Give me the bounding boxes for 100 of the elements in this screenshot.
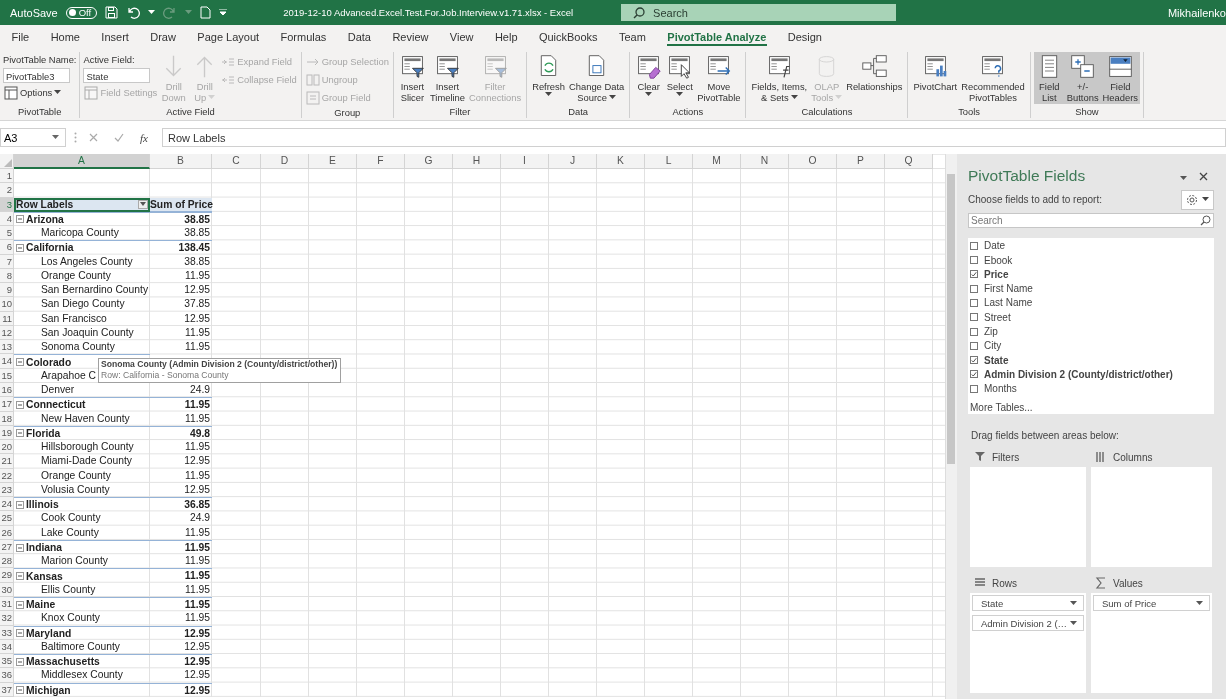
row-header[interactable]: 9 (0, 283, 14, 298)
checkbox[interactable] (970, 341, 978, 350)
row-header[interactable]: 17 (0, 397, 14, 412)
row-header[interactable]: 2 (0, 183, 14, 198)
row-header[interactable]: 1 (0, 169, 14, 184)
ribbon-button[interactable]: Select (664, 52, 696, 98)
column-header[interactable]: I (501, 154, 549, 169)
column-header[interactable]: O (789, 154, 837, 169)
collapse-button[interactable] (16, 429, 24, 438)
field-name[interactable]: Months (984, 383, 1017, 395)
column-header[interactable]: N (741, 154, 789, 169)
caret-icon[interactable] (1070, 620, 1077, 626)
settings-button[interactable] (1181, 189, 1214, 210)
field-name[interactable]: State (984, 354, 1009, 366)
checkbox[interactable] (970, 241, 978, 250)
collapse-button[interactable] (16, 358, 24, 367)
user-name[interactable]: Mikhailenko (1167, 6, 1226, 19)
caret-icon[interactable] (148, 10, 156, 15)
checkbox[interactable] (970, 356, 978, 365)
field-name[interactable]: Street (984, 311, 1011, 323)
checkbox[interactable] (970, 384, 978, 393)
text-field[interactable]: PivotTable3 (3, 68, 70, 83)
caret-icon[interactable] (645, 92, 653, 97)
checkbox[interactable] (970, 313, 978, 322)
customize-icon[interactable] (219, 9, 228, 16)
column-header[interactable]: B (150, 154, 212, 169)
checkbox[interactable] (970, 327, 978, 336)
field-name[interactable]: City (984, 340, 1002, 352)
save-icon[interactable] (105, 6, 119, 19)
field-name[interactable]: Ebook (984, 254, 1013, 266)
area-field-item[interactable]: Admin Division 2 (… (972, 615, 1084, 631)
row-header[interactable]: 13 (0, 340, 14, 355)
row-header[interactable]: 6 (0, 240, 14, 255)
row-header[interactable]: 5 (0, 226, 14, 241)
ribbon-tab[interactable]: Page Layout (187, 25, 269, 48)
ribbon-tab[interactable]: Home (41, 25, 90, 48)
checkbox[interactable] (970, 256, 978, 265)
ribbon-tab[interactable]: QuickBooks (529, 25, 608, 48)
ribbon-tab[interactable]: Review (382, 25, 438, 48)
caret-icon[interactable] (1202, 197, 1209, 203)
collapse-button[interactable] (16, 572, 24, 581)
column-header[interactable]: F (357, 154, 405, 169)
formula-field[interactable]: Row Labels (161, 128, 1226, 147)
collapse-button[interactable] (16, 500, 24, 509)
ribbon-button[interactable]: PivotChart (911, 52, 960, 93)
field-name[interactable]: Date (984, 240, 1006, 252)
ribbon-button[interactable]: Field List (1033, 52, 1065, 104)
collapse-button[interactable] (16, 657, 24, 666)
row-header[interactable]: 24 (0, 497, 14, 512)
cancel-icon[interactable] (89, 133, 98, 142)
row-header[interactable]: 14 (0, 354, 14, 369)
ribbon-button[interactable]: Refresh (530, 52, 567, 98)
field-name[interactable]: Last Name (984, 297, 1033, 309)
column-header[interactable]: H (453, 154, 501, 169)
ribbon-tab[interactable]: Draw (140, 25, 186, 48)
column-header[interactable]: A (14, 154, 150, 169)
check-icon[interactable] (114, 133, 124, 142)
row-header[interactable]: 20 (0, 440, 14, 455)
column-header[interactable]: Q (885, 154, 933, 169)
ribbon-button[interactable]: Change Data Source (566, 52, 627, 104)
header-cell[interactable]: Row Labels (14, 197, 150, 212)
area-field-item[interactable]: State (972, 595, 1084, 611)
ribbon-button[interactable]: +/- Buttons (1064, 52, 1101, 104)
ribbon-tab[interactable]: Data (338, 25, 381, 48)
row-header[interactable]: 28 (0, 554, 14, 569)
column-header[interactable]: J (549, 154, 597, 169)
checkbox[interactable] (970, 299, 978, 307)
caret-icon[interactable] (1070, 600, 1077, 606)
column-header[interactable]: L (645, 154, 693, 169)
collapse-button[interactable] (16, 400, 24, 409)
new-document-icon[interactable] (200, 6, 212, 19)
insert-function-button[interactable]: fx (140, 131, 148, 144)
area-field-item[interactable]: Sum of Price (1093, 595, 1210, 611)
caret-icon[interactable] (608, 95, 616, 100)
row-header[interactable]: 21 (0, 454, 14, 469)
column-header[interactable]: C (212, 154, 261, 169)
ribbon-button[interactable]: Options (3, 84, 77, 101)
search-icon[interactable] (633, 6, 646, 19)
column-header[interactable]: K (597, 154, 645, 169)
column-header[interactable]: G (405, 154, 453, 169)
ribbon-button[interactable]: Relationships (844, 52, 905, 93)
ribbon-button[interactable]: Field Headers (1100, 52, 1140, 104)
field-name[interactable]: Zip (984, 326, 998, 338)
undo-icon[interactable] (126, 6, 141, 19)
ribbon-tab[interactable]: Team (609, 25, 656, 48)
row-header[interactable]: 36 (0, 668, 14, 683)
collapse-button[interactable] (16, 243, 24, 252)
column-header[interactable]: E (309, 154, 357, 169)
ribbon-button[interactable]: Insert Slicer (396, 52, 428, 104)
ribbon-tab[interactable]: Formulas (271, 25, 336, 48)
column-header[interactable]: P (837, 154, 885, 169)
search-field[interactable]: Search (968, 213, 1214, 228)
checkbox[interactable] (970, 284, 978, 293)
checkbox[interactable] (970, 270, 978, 279)
caret-icon[interactable] (790, 95, 798, 100)
field-name[interactable]: Price (984, 268, 1009, 280)
collapse-button[interactable] (16, 215, 24, 224)
collapse-button[interactable] (16, 629, 24, 638)
ribbon-tab[interactable]: Help (485, 25, 527, 48)
collapse-button[interactable] (16, 600, 24, 609)
